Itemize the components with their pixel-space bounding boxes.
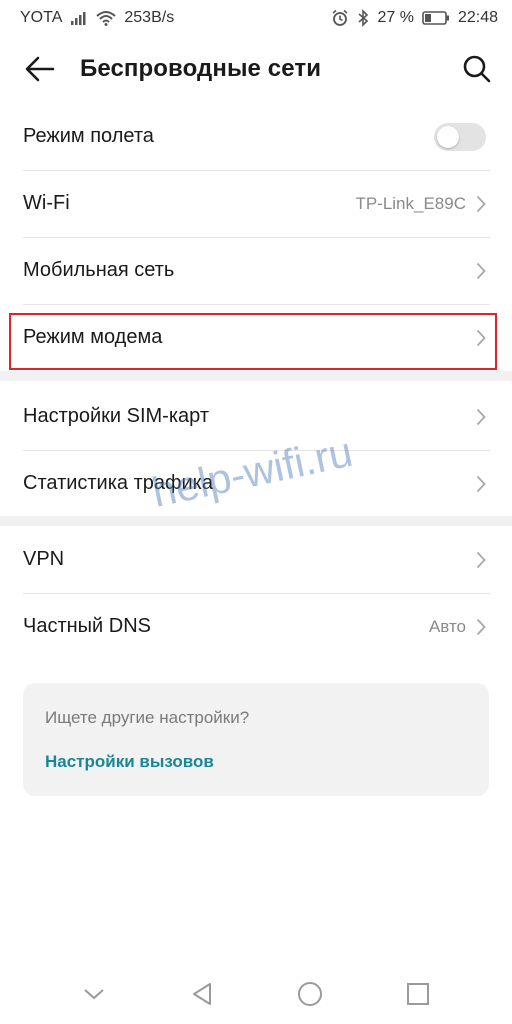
search-button[interactable] <box>442 36 512 102</box>
settings-group-connectivity: Режим полета Wi-Fi TP-Link_E89C Мобильна… <box>0 103 512 371</box>
row-label: Мобильная сеть <box>23 259 175 281</box>
status-bar: YOTA 253B/s 27 % 22:48 <box>0 0 512 36</box>
row-sim-settings[interactable]: Настройки SIM-карт <box>0 383 512 450</box>
row-mobile-network[interactable]: Мобильная сеть <box>0 237 512 304</box>
chevron-right-icon <box>476 329 486 347</box>
battery-percent: 27 % <box>377 9 414 26</box>
battery-icon <box>422 10 450 26</box>
status-left: YOTA 253B/s <box>20 9 174 27</box>
airplane-mode-toggle[interactable] <box>434 122 486 151</box>
card-hint: Ищете другие настройки? <box>45 708 250 727</box>
section-divider <box>0 371 512 381</box>
row-private-dns[interactable]: Частный DNS Авто <box>0 593 512 660</box>
call-settings-link[interactable]: Настройки вызовов <box>45 752 214 772</box>
chevron-right-icon <box>476 195 486 213</box>
clock: 22:48 <box>457 9 498 26</box>
nav-back-button[interactable] <box>172 969 232 1019</box>
home-circle-icon <box>298 982 322 1006</box>
chevron-right-icon <box>476 618 486 636</box>
nav-home-button[interactable] <box>280 969 340 1019</box>
row-tethering[interactable]: Режим модема <box>0 304 512 371</box>
section-divider <box>0 516 512 526</box>
chevron-right-icon <box>476 475 486 493</box>
row-label: Wi-Fi <box>23 192 70 214</box>
row-label: Частный DNS <box>23 615 151 637</box>
recents-square-icon <box>407 983 429 1005</box>
search-icon <box>463 55 491 83</box>
wifi-network-name: TP-Link_E89C <box>355 193 466 213</box>
back-button[interactable] <box>0 36 80 102</box>
status-right: 27 % 22:48 <box>331 9 498 27</box>
nav-recents-button[interactable] <box>388 969 448 1019</box>
collapse-chevron-icon <box>84 989 104 1000</box>
row-label: VPN <box>23 548 65 570</box>
row-vpn[interactable]: VPN <box>0 526 512 593</box>
collapse-button[interactable] <box>64 969 124 1019</box>
chevron-right-icon <box>476 551 486 569</box>
page-title: Беспроводные сети <box>80 55 322 82</box>
back-triangle-icon <box>193 983 211 1005</box>
back-arrow-icon <box>25 56 55 82</box>
navigation-bar <box>0 964 512 1024</box>
suggestion-card: Ищете другие настройки? Настройки вызово… <box>23 683 489 796</box>
row-airplane-mode[interactable]: Режим полета <box>0 103 512 170</box>
toggle-knob <box>437 125 459 148</box>
private-dns-value: Авто <box>428 616 466 636</box>
chevron-right-icon <box>476 408 486 426</box>
chevron-right-icon <box>476 262 486 280</box>
row-label: Режим модема <box>23 326 163 348</box>
alarm-icon <box>331 9 349 27</box>
row-wifi[interactable]: Wi-Fi TP-Link_E89C <box>0 170 512 237</box>
wifi-icon <box>96 10 117 26</box>
bluetooth-icon <box>357 9 369 27</box>
settings-group-vpn: VPN Частный DNS Авто <box>0 526 512 660</box>
app-header: Беспроводные сети <box>0 36 512 102</box>
carrier-name: YOTA <box>20 9 63 26</box>
row-label: Настройки SIM-карт <box>23 405 209 427</box>
row-label: Режим полета <box>23 125 154 147</box>
network-speed: 253B/s <box>124 9 175 26</box>
signal-icon <box>70 10 88 26</box>
